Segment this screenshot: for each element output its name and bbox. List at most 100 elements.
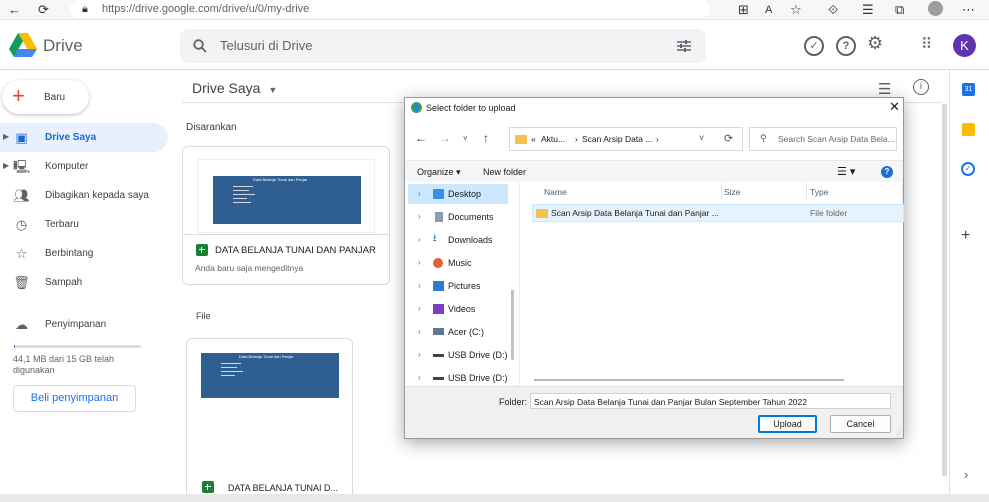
buy-storage-button[interactable]: Beli penyimpanan xyxy=(13,385,136,412)
horizontal-scrollbar[interactable] xyxy=(534,379,844,381)
add-addon-icon[interactable]: + xyxy=(961,227,970,245)
column-divider[interactable] xyxy=(806,183,807,199)
shared-with-me-icon: 👥︎ xyxy=(13,188,30,203)
expand-caret-icon[interactable]: ▶ xyxy=(3,132,9,141)
column-header-type[interactable]: Type xyxy=(810,187,828,197)
tree-item-usb-drive[interactable]: › USB Drive (D:) xyxy=(408,345,508,365)
sidebar-item-shared[interactable]: 👥︎ Dibagikan kepada saya xyxy=(0,181,168,210)
tree-item-music[interactable]: › Music xyxy=(408,253,508,273)
folder-search-input[interactable]: ⚲ Search Scan Arsip Data Bela... xyxy=(749,127,897,151)
profile-icon[interactable] xyxy=(928,1,943,16)
sidebar-item-my-drive[interactable]: ▶ ▣ Drive Saya xyxy=(0,123,168,152)
page-title[interactable]: Drive Saya ▼ xyxy=(192,80,277,96)
expand-chevron-icon[interactable]: › xyxy=(418,235,421,244)
close-icon[interactable]: ✕ xyxy=(889,100,900,114)
expand-chevron-icon[interactable]: › xyxy=(418,281,421,290)
tree-item-label: Acer (C:) xyxy=(448,327,484,337)
tree-item-usb-drive[interactable]: › USB Drive (D:) xyxy=(408,368,508,386)
breadcrumb-overflow[interactable]: « xyxy=(531,134,536,144)
sidebar-item-trash[interactable]: 🗑︎ Sampah xyxy=(0,268,168,297)
favorite-icon[interactable]: ☆ xyxy=(790,2,802,18)
desktop-icon xyxy=(433,189,444,199)
tree-item-documents[interactable]: › Documents xyxy=(408,207,508,227)
breadcrumb-separator[interactable]: › xyxy=(575,134,578,144)
upload-button[interactable]: Upload xyxy=(758,415,817,433)
breadcrumb-item[interactable]: Aktu... xyxy=(541,134,565,144)
new-button[interactable]: + Baru xyxy=(2,80,89,114)
file-name: DATA BELANJA TUNAI DAN PANJAR xyxy=(215,245,376,256)
tree-item-acer-c[interactable]: › Acer (C:) xyxy=(408,322,508,342)
tree-item-pictures[interactable]: › Pictures xyxy=(408,276,508,296)
expand-chevron-icon[interactable]: › xyxy=(418,189,421,198)
offline-status-icon[interactable]: ✓ xyxy=(804,36,824,56)
favorites-list-icon[interactable]: ☰ xyxy=(862,2,874,18)
view-options-icon[interactable]: ☰ ▾ xyxy=(837,165,855,178)
computer-icon: 🖳︎ xyxy=(13,159,31,174)
expand-chevron-icon[interactable]: › xyxy=(418,327,421,336)
tree-item-desktop[interactable]: › Desktop xyxy=(408,184,508,204)
folder-name-input[interactable]: Scan Arsip Data Belanja Tunai dan Panjar… xyxy=(530,393,891,409)
help-icon[interactable]: ? xyxy=(836,36,856,56)
settings-gear-icon[interactable]: ⚙ xyxy=(867,33,883,54)
more-menu-icon[interactable]: ⋯ xyxy=(962,2,975,18)
search-icon[interactable] xyxy=(193,39,207,53)
extensions-icon[interactable]: ⟐ xyxy=(828,2,838,18)
expand-chevron-icon[interactable]: › xyxy=(418,212,421,221)
column-divider[interactable] xyxy=(721,183,722,199)
expand-chevron-icon[interactable]: › xyxy=(418,373,421,382)
info-icon[interactable]: i xyxy=(913,79,929,95)
file-card[interactable]: Data Belanja Tunai dan Panjar DATA BELAN… xyxy=(186,338,353,502)
reload-icon[interactable]: ⟳ xyxy=(38,2,49,18)
breadcrumb-separator[interactable]: › xyxy=(656,134,659,144)
sidebar-item-storage[interactable]: ☁︎ Penyimpanan xyxy=(0,310,168,339)
tree-item-videos[interactable]: › Videos xyxy=(408,299,508,319)
resize-grip-icon[interactable]: ⋰ xyxy=(896,429,903,437)
sidebar-item-recent[interactable]: ◷ Terbaru xyxy=(0,210,168,239)
cancel-button[interactable]: Cancel xyxy=(830,415,891,433)
help-icon[interactable]: ? xyxy=(881,166,893,178)
path-dropdown-chevron-icon[interactable]: ˅ xyxy=(699,133,704,143)
breadcrumb-item[interactable]: Scan Arsip Data ... xyxy=(582,134,652,144)
keep-icon[interactable] xyxy=(962,123,975,136)
drive-logo-icon[interactable] xyxy=(9,33,37,57)
search-input[interactable]: Telusuri di Drive xyxy=(220,38,312,53)
search-options-icon[interactable] xyxy=(677,40,691,52)
expand-panel-icon[interactable]: › xyxy=(964,467,968,482)
expand-caret-icon[interactable]: ▶ xyxy=(3,161,9,170)
refresh-icon[interactable]: ⟳ xyxy=(724,132,733,145)
expand-chevron-icon[interactable]: › xyxy=(418,304,421,313)
forward-arrow-icon[interactable]: → xyxy=(439,131,451,145)
list-view-icon[interactable]: ☰ xyxy=(878,80,891,98)
expand-chevron-icon[interactable]: › xyxy=(418,350,421,359)
column-header-name[interactable]: Name xyxy=(544,187,567,197)
tree-scrollbar[interactable] xyxy=(511,290,514,360)
calendar-icon[interactable]: 31 xyxy=(962,83,975,96)
recent-locations-chevron-icon[interactable]: ˅ xyxy=(463,134,468,143)
organize-button[interactable]: Organize ▾ xyxy=(417,167,461,178)
column-header-size[interactable]: Size xyxy=(724,187,741,197)
collections-icon[interactable]: ⧉ xyxy=(895,2,904,18)
sidebar-item-label: Sampah xyxy=(45,277,83,288)
apps-grid-icon[interactable]: ⠿ xyxy=(921,35,932,53)
main-scrollbar[interactable] xyxy=(942,104,947,476)
tasks-icon[interactable]: ✓ xyxy=(961,162,975,176)
back-arrow-icon[interactable]: ← xyxy=(415,131,427,145)
url-text: https://drive.google.com/drive/u/0/my-dr… xyxy=(102,3,310,15)
up-arrow-icon[interactable]: ↑ xyxy=(483,131,489,145)
tree-item-downloads[interactable]: › ⭳ Downloads xyxy=(408,230,508,250)
sidebar-item-starred[interactable]: ☆ Berbintang xyxy=(0,239,168,268)
sidebar-item-computers[interactable]: ▶ 🖳︎ Komputer xyxy=(0,152,168,181)
read-aloud-icon[interactable]: A xyxy=(765,2,772,18)
path-breadcrumb[interactable]: « Aktu... › Scan Arsip Data ... › ˅ ⟳ xyxy=(509,127,743,151)
back-arrow-icon[interactable]: ← xyxy=(8,2,21,18)
search-box[interactable]: Telusuri di Drive xyxy=(180,29,706,63)
app-icon[interactable]: ⊞ xyxy=(738,2,749,18)
address-bar[interactable]: 🔒︎ https://drive.google.com/drive/u/0/my… xyxy=(70,0,710,18)
new-folder-button[interactable]: New folder xyxy=(483,167,526,177)
suggested-file-card[interactable]: Data Belanja Tunai dan Panjar DATA BELAN… xyxy=(182,146,390,285)
file-row-folder[interactable]: Scan Arsip Data Belanja Tunai dan Panjar… xyxy=(532,204,904,222)
account-avatar[interactable]: K xyxy=(953,34,976,57)
usb-drive-icon xyxy=(433,377,444,380)
column-divider[interactable] xyxy=(902,183,903,199)
expand-chevron-icon[interactable]: › xyxy=(418,258,421,267)
